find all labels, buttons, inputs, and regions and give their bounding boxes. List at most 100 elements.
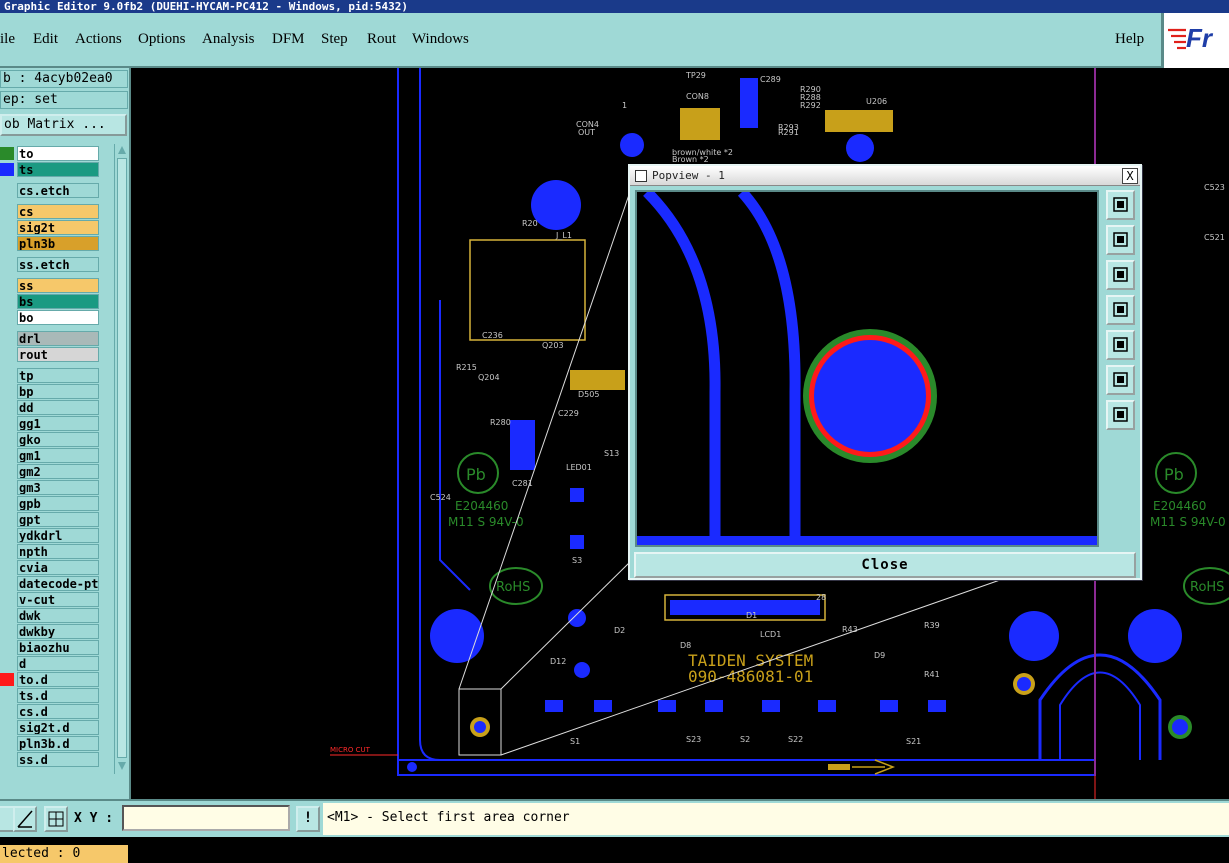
layer-color-swatch[interactable] [0,147,14,160]
layer-name[interactable]: rout [17,347,99,362]
layer-row-dwk[interactable]: dwk [0,608,114,623]
layer-name[interactable]: gpt [17,512,99,527]
layer-row-rout[interactable]: rout [0,347,114,362]
layer-row-gg1[interactable]: gg1 [0,416,114,431]
layer-color-swatch[interactable] [0,641,14,654]
layer-row-v-cut[interactable]: v-cut [0,592,114,607]
layer-row-to.d[interactable]: to.d [0,672,114,687]
layer-color-swatch[interactable] [0,295,14,308]
layer-name[interactable]: v-cut [17,592,99,607]
layer-color-swatch[interactable] [0,529,14,542]
layer-row-dwkby[interactable]: dwkby [0,624,114,639]
layer-name[interactable]: to.d [17,672,99,687]
scroll-up-icon[interactable] [117,145,127,155]
layer-row-sig2t[interactable]: sig2t [0,220,114,235]
layer-color-swatch[interactable] [0,577,14,590]
warning-icon[interactable]: ! [296,806,320,832]
layer-color-swatch[interactable] [0,625,14,638]
layer-name[interactable]: cs.d [17,704,99,719]
zoom-fit-icon[interactable] [1106,365,1135,395]
layer-row-ydkdrl[interactable]: ydkdrl [0,528,114,543]
layer-name[interactable]: gm2 [17,464,99,479]
layer-row-cs.etch[interactable]: cs.etch [0,183,114,198]
job-matrix-button[interactable]: ob Matrix ... [0,114,127,136]
layer-row-d[interactable]: d [0,656,114,671]
layer-color-swatch[interactable] [0,753,14,766]
measure-icon[interactable] [13,806,37,832]
layer-row-gpb[interactable]: gpb [0,496,114,511]
layer-color-swatch[interactable] [0,385,14,398]
layer-name[interactable]: drl [17,331,99,346]
layer-row-gm2[interactable]: gm2 [0,464,114,479]
layer-name[interactable]: bp [17,384,99,399]
layer-row-drl[interactable]: drl [0,331,114,346]
layer-name[interactable]: d [17,656,99,671]
layer-row-datecode-pte[interactable]: datecode-pte [0,576,114,591]
layer-color-swatch[interactable] [0,433,14,446]
menu-analysis[interactable]: Analysis [202,31,255,48]
menu-ile[interactable]: ile [0,31,15,48]
layer-row-dd[interactable]: dd [0,400,114,415]
layer-name[interactable]: dwk [17,608,99,623]
layer-name[interactable]: bs [17,294,99,309]
scroll-thumb[interactable] [117,158,127,758]
menu-help[interactable]: Help [1115,31,1144,48]
layer-color-swatch[interactable] [0,721,14,734]
layer-color-swatch[interactable] [0,417,14,430]
layer-color-swatch[interactable] [0,369,14,382]
layer-name[interactable]: dd [17,400,99,415]
layer-name[interactable]: sig2t [17,220,99,235]
layer-color-swatch[interactable] [0,737,14,750]
popview-zoom-canvas[interactable] [635,190,1099,547]
layer-row-cs[interactable]: cs [0,204,114,219]
menu-actions[interactable]: Actions [75,31,122,48]
layer-name[interactable]: ydkdrl [17,528,99,543]
layer-row-ts[interactable]: ts [0,162,114,177]
layer-row-pln3b[interactable]: pln3b [0,236,114,251]
menu-dfm[interactable]: DFM [272,31,305,48]
pan-up-icon[interactable] [1106,225,1135,255]
layer-name[interactable]: ss.etch [17,257,99,272]
layer-name[interactable]: biaozhu [17,640,99,655]
layer-name[interactable]: gm3 [17,480,99,495]
layer-color-swatch[interactable] [0,657,14,670]
layer-name[interactable]: gg1 [17,416,99,431]
grid-icon[interactable] [44,806,68,832]
layer-color-swatch[interactable] [0,221,14,234]
layer-name[interactable]: dwkby [17,624,99,639]
layer-row-gm1[interactable]: gm1 [0,448,114,463]
layer-color-swatch[interactable] [0,184,14,197]
menu-step[interactable]: Step [321,31,348,48]
layer-color-swatch[interactable] [0,497,14,510]
layer-name[interactable]: cs [17,204,99,219]
layer-color-swatch[interactable] [0,279,14,292]
zoom-window-icon[interactable] [1106,190,1135,220]
menu-edit[interactable]: Edit [33,31,58,48]
layer-color-swatch[interactable] [0,689,14,702]
job-name[interactable]: b : 4acyb02ea0 [0,70,128,88]
layer-color-swatch[interactable] [0,163,14,176]
layer-name[interactable]: npth [17,544,99,559]
layer-name[interactable]: gpb [17,496,99,511]
layer-row-bp[interactable]: bp [0,384,114,399]
layer-row-bs[interactable]: bs [0,294,114,309]
layer-color-swatch[interactable] [0,449,14,462]
layer-row-bo[interactable]: bo [0,310,114,325]
layer-color-swatch[interactable] [0,593,14,606]
close-button[interactable]: Close [634,552,1136,578]
layer-name[interactable]: pln3b.d [17,736,99,751]
layer-row-cs.d[interactable]: cs.d [0,704,114,719]
step-name[interactable]: ep: set [0,91,128,109]
layer-color-swatch[interactable] [0,561,14,574]
menu-windows[interactable]: Windows [412,31,469,48]
layer-name[interactable]: bo [17,310,99,325]
close-icon[interactable]: X [1122,168,1138,184]
layer-row-npth[interactable]: npth [0,544,114,559]
layer-name[interactable]: cvia [17,560,99,575]
layer-color-swatch[interactable] [0,205,14,218]
layer-name[interactable]: tp [17,368,99,383]
layer-name[interactable]: gko [17,432,99,447]
layer-row-ss.d[interactable]: ss.d [0,752,114,767]
layer-color-swatch[interactable] [0,481,14,494]
layer-color-swatch[interactable] [0,237,14,250]
